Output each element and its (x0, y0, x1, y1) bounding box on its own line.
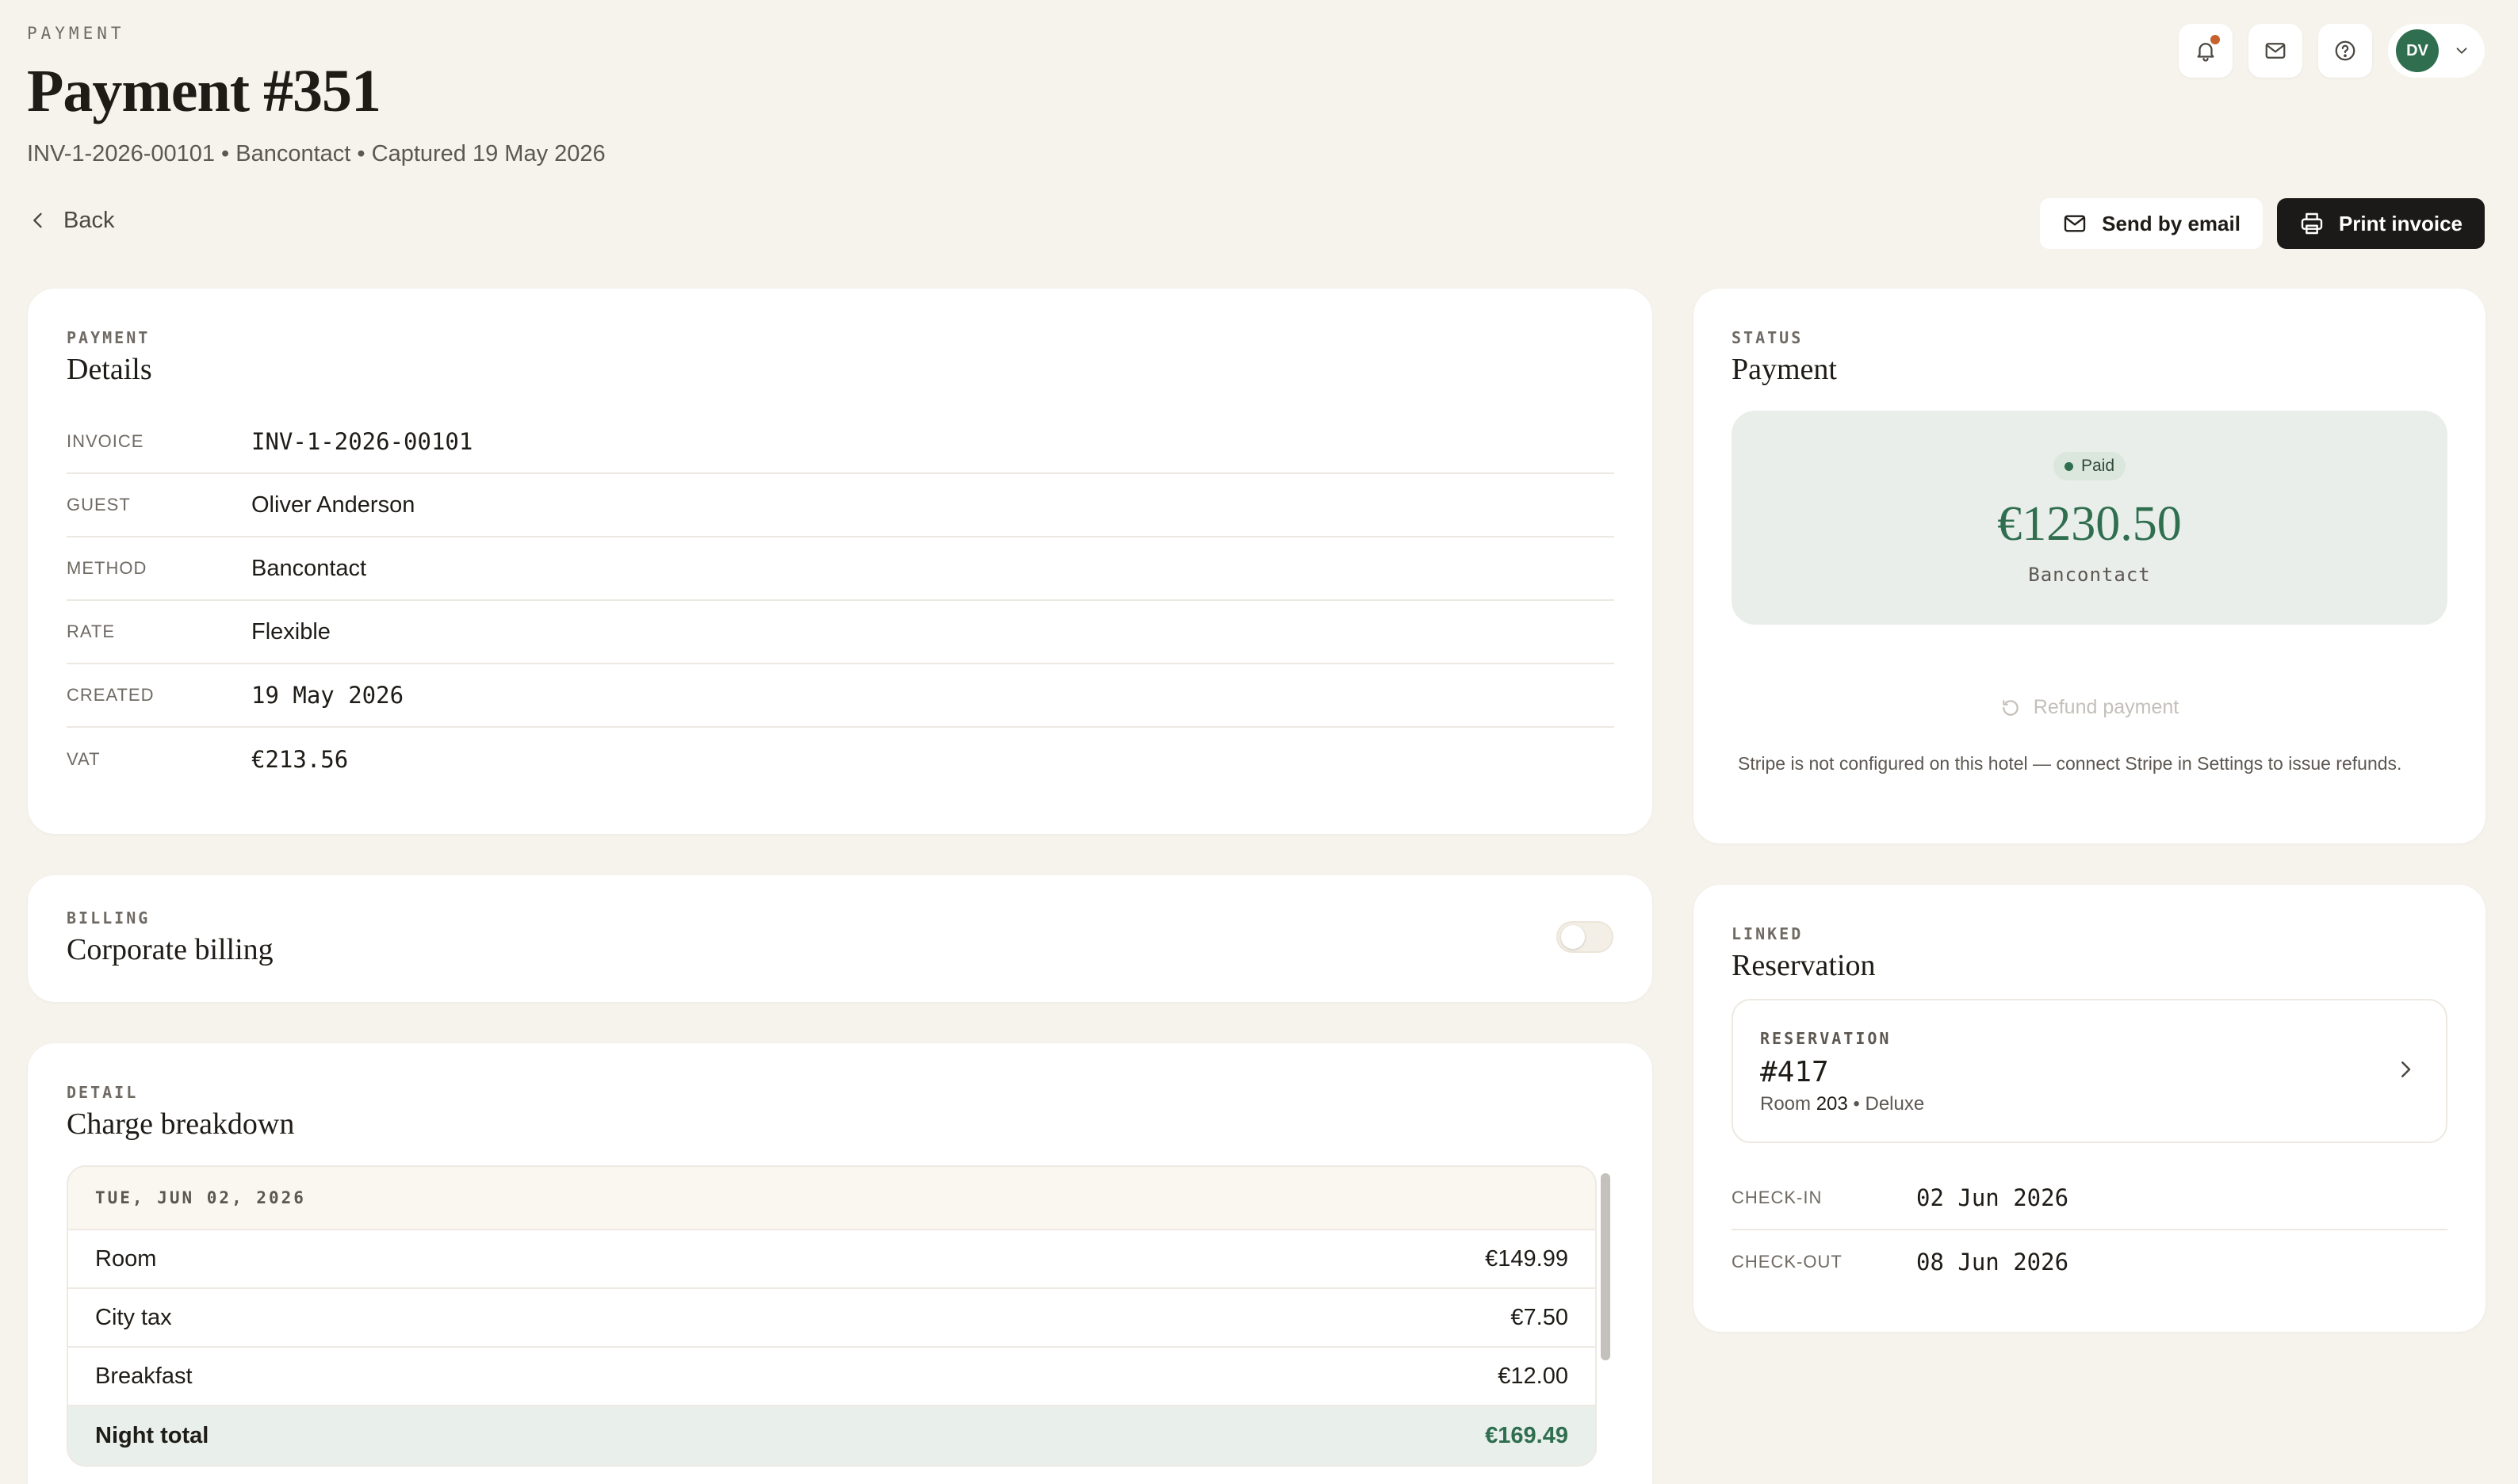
help-icon (2335, 40, 2355, 61)
detail-label: INVOICE (67, 431, 144, 451)
detail-row-method: METHOD Bancontact (67, 537, 1614, 601)
chevron-down-icon (2456, 48, 2467, 54)
reservation-link[interactable]: RESERVATION #417 Room 203 • Deluxe (1732, 999, 2447, 1143)
messages-button[interactable] (2248, 24, 2302, 78)
checkout-value: 08 Jun 2026 (1916, 1249, 2069, 1276)
refund-payment-label: Refund payment (2033, 696, 2179, 718)
top-bar-icons: DV (2179, 24, 2485, 78)
payment-amount: €1230.50 (1997, 497, 2182, 551)
ledger-scrollbar[interactable] (1601, 1173, 1610, 1360)
charge-amount: €12.00 (1498, 1363, 1568, 1389)
refresh-icon (2003, 699, 2019, 716)
page-subtitle: INV-1-2026-00101 • Bancontact • Captured… (27, 141, 606, 166)
back-label: Back (63, 207, 115, 233)
refund-note: Stripe is not configured on this hotel —… (1738, 753, 2402, 774)
room-type: • Deluxe (1853, 1093, 1925, 1115)
breakdown-title: Charge breakdown (67, 1107, 295, 1141)
charge-label: City tax (95, 1304, 172, 1330)
linked-title: Reservation (1732, 949, 1876, 982)
status-dot (2064, 461, 2073, 471)
checkout-label: CHECK-OUT (1732, 1252, 1843, 1272)
billing-eyebrow: BILLING (67, 908, 151, 928)
mail-icon (2265, 43, 2286, 59)
detail-value: Flexible (251, 618, 331, 644)
detail-label: GUEST (67, 495, 131, 514)
payment-method: Bancontact (2028, 564, 2151, 586)
details-list: INVOICE INV-1-2026-00101 GUEST Oliver An… (67, 411, 1614, 791)
ledger-row: Room €149.99 (68, 1230, 1595, 1289)
night-total-label: Night total (95, 1422, 209, 1448)
detail-row-vat: VAT €213.56 (67, 728, 1614, 791)
ledger-row: Breakfast €12.00 (68, 1348, 1595, 1406)
status-badge-label: Paid (2080, 457, 2115, 475)
detail-label: RATE (67, 622, 116, 641)
payment-status-card: STATUS Payment Paid €1230.50 Bancontact … (1693, 289, 2485, 843)
ledger-row: City tax €7.50 (68, 1289, 1595, 1348)
charge-breakdown-card: DETAIL Charge breakdown TUE, JUN 02, 202… (28, 1043, 1652, 1484)
status-title: Payment (1732, 353, 1837, 386)
detail-value: INV-1-2026-00101 (251, 428, 473, 455)
night-total-row: Night total €169.49 (68, 1406, 1595, 1465)
checkin-label: CHECK-IN (1732, 1188, 1823, 1207)
print-invoice-button[interactable]: Print invoice (2276, 198, 2485, 249)
print-invoice-label: Print invoice (2338, 211, 2463, 235)
charge-label: Room (95, 1245, 157, 1272)
detail-row-invoice: INVOICE INV-1-2026-00101 (67, 411, 1614, 474)
linked-reservation-card: LINKED Reservation RESERVATION #417 Room… (1693, 885, 2485, 1332)
send-by-email-button[interactable]: Send by email (2040, 198, 2263, 249)
charge-amount: €149.99 (1485, 1245, 1568, 1272)
reservation-number: #417 (1760, 1056, 1829, 1088)
status-badge: Paid (2053, 452, 2126, 480)
details-eyebrow: PAYMENT (67, 328, 151, 347)
ledger-date: TUE, JUN 02, 2026 (68, 1167, 1595, 1230)
linked-eyebrow: LINKED (1732, 924, 1804, 943)
page-title: Payment #351 (27, 58, 381, 124)
reservation-room: Room 203 • Deluxe (1760, 1093, 2419, 1115)
payment-details-card: PAYMENT Details INVOICE INV-1-2026-00101… (28, 289, 1652, 834)
chevron-left-icon (33, 212, 42, 228)
detail-value: 19 May 2026 (251, 682, 404, 709)
avatar: DV (2396, 29, 2439, 72)
corporate-billing-card: BILLING Corporate billing (28, 875, 1652, 1002)
user-menu[interactable]: DV (2388, 24, 2485, 78)
billing-title: Corporate billing (67, 933, 274, 966)
toggle-knob (1561, 925, 1585, 949)
detail-label: METHOD (67, 558, 147, 578)
detail-row-rate: RATE Flexible (67, 601, 1614, 664)
detail-row-created: CREATED 19 May 2026 (67, 664, 1614, 728)
payment-summary: Paid €1230.50 Bancontact (1732, 411, 2447, 625)
checkin-value: 02 Jun 2026 (1916, 1184, 2069, 1211)
night-total-amount: €169.49 (1485, 1422, 1568, 1448)
charge-amount: €7.50 (1510, 1304, 1568, 1330)
corporate-billing-toggle[interactable] (1556, 921, 1613, 953)
room-prefix: Room (1760, 1093, 1812, 1115)
mail-icon (2064, 215, 2086, 232)
notifications-button[interactable] (2179, 24, 2233, 78)
chevron-right-icon (2401, 1061, 2411, 1077)
detail-row-guest: GUEST Oliver Anderson (67, 474, 1614, 537)
detail-value: Oliver Anderson (251, 491, 415, 518)
charge-ledger: TUE, JUN 02, 2026 Room €149.99 City tax … (67, 1165, 1597, 1467)
checkout-row: CHECK-OUT 08 Jun 2026 (1732, 1230, 2447, 1294)
back-link[interactable]: Back (27, 205, 114, 236)
detail-label: VAT (67, 749, 101, 769)
refund-payment-button[interactable]: Refund payment (1732, 696, 2447, 719)
detail-value: Bancontact (251, 555, 367, 581)
status-eyebrow: STATUS (1732, 328, 1804, 347)
printer-icon (2301, 212, 2323, 235)
details-title: Details (67, 353, 152, 386)
send-by-email-label: Send by email (2102, 211, 2241, 235)
page-actions: Send by email Print invoice (2040, 198, 2485, 249)
breakdown-eyebrow: DETAIL (67, 1083, 139, 1102)
stay-dates: CHECK-IN 02 Jun 2026 CHECK-OUT 08 Jun 20… (1732, 1167, 2447, 1294)
checkin-row: CHECK-IN 02 Jun 2026 (1732, 1167, 2447, 1230)
charge-label: Breakfast (95, 1363, 193, 1389)
page-eyebrow: PAYMENT (27, 24, 125, 43)
detail-label: CREATED (67, 685, 155, 705)
help-button[interactable] (2318, 24, 2372, 78)
reservation-eyebrow: RESERVATION (1760, 1029, 1892, 1048)
room-number: 203 (1816, 1093, 1848, 1115)
detail-value: €213.56 (251, 746, 349, 773)
notification-dot (2210, 35, 2220, 44)
